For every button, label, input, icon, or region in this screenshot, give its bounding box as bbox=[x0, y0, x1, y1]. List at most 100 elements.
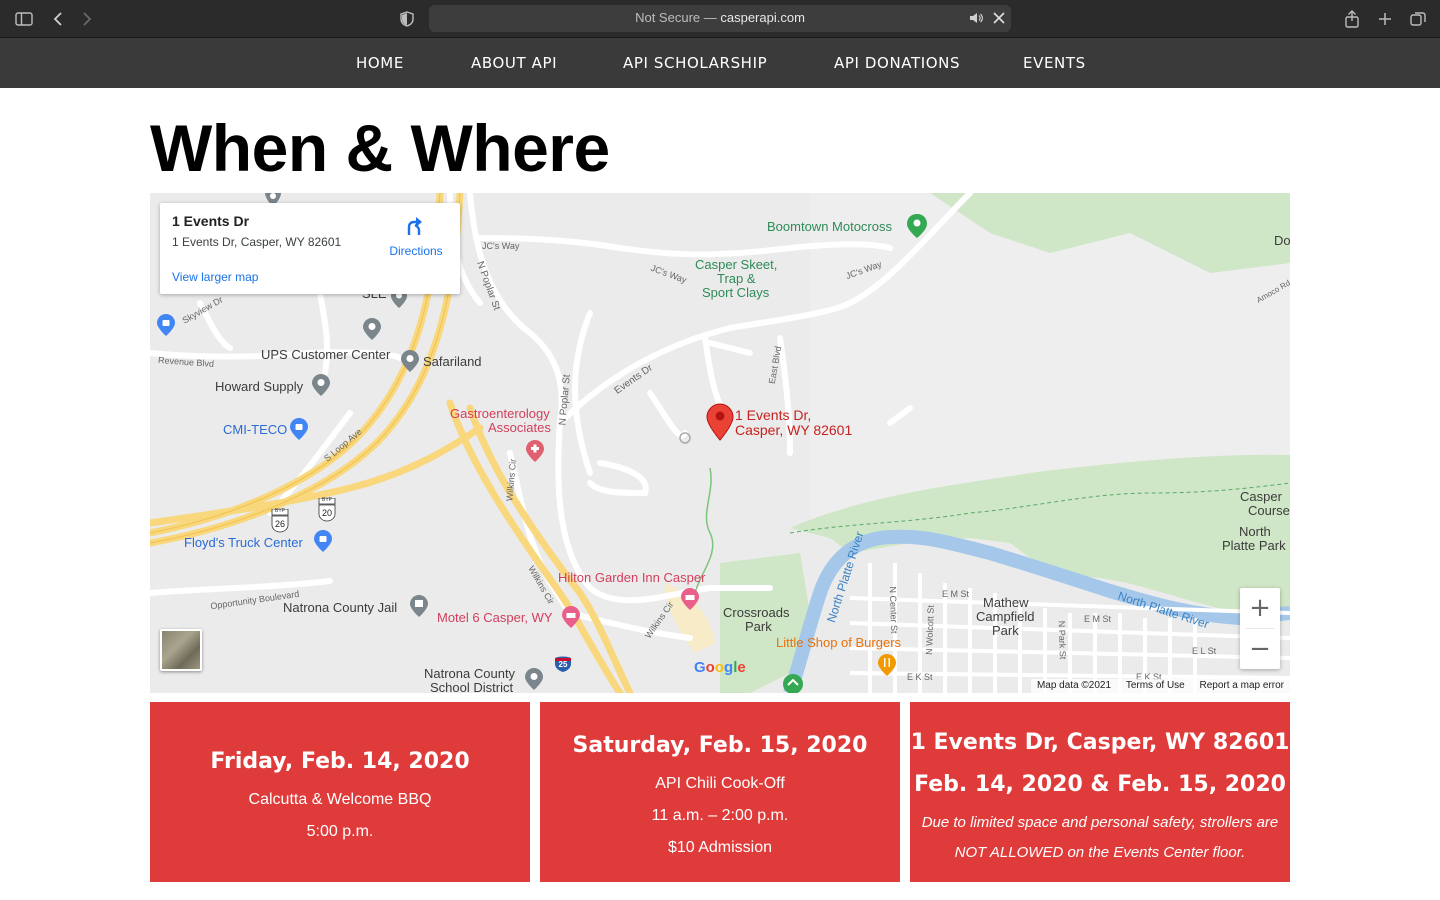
place-floyds-truck-center[interactable]: Floyd's Truck Center bbox=[184, 536, 303, 550]
map-embed[interactable]: JC's Way JC's Way JC's Way N Poplar St N… bbox=[150, 193, 1290, 693]
map-info-card: 1 Events Dr 1 Events Dr, Casper, WY 8260… bbox=[160, 203, 460, 294]
road-n-park: N Park St bbox=[1056, 620, 1068, 660]
place-mathew-2[interactable]: Campfield bbox=[976, 610, 1035, 624]
map-attribution: Map data ©2021 Terms of Use Report a map… bbox=[1030, 679, 1290, 693]
page-title: When & Where bbox=[150, 111, 610, 185]
sidebar-toggle-icon[interactable] bbox=[14, 9, 34, 29]
nav-home[interactable]: HOME bbox=[356, 54, 404, 72]
place-natrona-sd-2[interactable]: School District bbox=[430, 681, 513, 694]
place-cmi-teco[interactable]: CMI-TECO bbox=[223, 423, 287, 437]
site-navigation: HOME ABOUT API API SCHOLARSHIP API DONAT… bbox=[0, 38, 1440, 88]
event-name: API Chili Cook-Off bbox=[655, 775, 785, 792]
place-boomtown-motocross[interactable]: Boomtown Motocross bbox=[767, 220, 892, 234]
place-gastro-2[interactable]: Associates bbox=[488, 421, 551, 435]
location-marker-icon[interactable] bbox=[706, 403, 734, 446]
place-casper-skeet-3[interactable]: Sport Clays bbox=[702, 286, 769, 300]
event-card-friday: Friday, Feb. 14, 2020 Calcutta & Welcome… bbox=[150, 702, 530, 882]
satellite-view-toggle[interactable] bbox=[160, 629, 202, 671]
place-ups-customer-center[interactable]: UPS Customer Center bbox=[261, 348, 390, 362]
road-jcs-way: JC's Way bbox=[482, 241, 520, 251]
school-pin-icon[interactable] bbox=[524, 667, 544, 693]
motel-pin-icon[interactable] bbox=[561, 605, 581, 634]
event-note-line-1: Due to limited space and personal safety… bbox=[921, 814, 1279, 831]
nav-api-donations[interactable]: API DONATIONS bbox=[834, 54, 960, 72]
park-pin-icon[interactable] bbox=[906, 213, 928, 244]
hotel-pin-icon[interactable] bbox=[680, 587, 700, 616]
event-address: 1 Events Dr, Casper, WY 82601 bbox=[910, 730, 1290, 755]
place-casper-course-2[interactable]: Course bbox=[1248, 504, 1290, 518]
event-admission: $10 Admission bbox=[667, 839, 773, 856]
place-pin-icon-2[interactable] bbox=[362, 317, 382, 346]
byp20-text: 20 bbox=[321, 508, 332, 518]
directions-button[interactable]: Directions bbox=[388, 215, 444, 258]
directions-label: Directions bbox=[389, 244, 443, 258]
shopping-pin-icon-2[interactable] bbox=[156, 313, 176, 342]
road-e-m-st-2: E M St bbox=[1084, 614, 1112, 624]
place-casper-skeet-2[interactable]: Trap & bbox=[717, 272, 756, 286]
place-casper-skeet-1[interactable]: Casper Skeet, bbox=[695, 258, 777, 272]
terms-of-use-link[interactable]: Terms of Use bbox=[1126, 680, 1185, 691]
event-date: Saturday, Feb. 15, 2020 bbox=[572, 733, 868, 758]
place-gastro-1[interactable]: Gastroenterology bbox=[450, 407, 550, 421]
nav-events[interactable]: EVENTS bbox=[1023, 54, 1086, 72]
byp-text-2: BYP bbox=[321, 497, 332, 503]
place-casper-course-1[interactable]: Casper bbox=[1240, 490, 1282, 504]
place-crossroads-1[interactable]: Crossroads bbox=[723, 606, 789, 620]
interstate-shield-25: 25 bbox=[554, 655, 572, 673]
nav-about-api[interactable]: ABOUT API bbox=[471, 54, 557, 72]
close-tab-icon[interactable] bbox=[992, 10, 1006, 26]
zoom-in-button[interactable]: + bbox=[1240, 588, 1280, 628]
howard-pin-icon[interactable] bbox=[311, 373, 331, 402]
place-do[interactable]: Do bbox=[1274, 234, 1290, 248]
url-host: casperapi.com bbox=[720, 10, 805, 25]
place-safariland[interactable]: Safariland bbox=[423, 355, 482, 369]
google-logo[interactable]: Google bbox=[694, 659, 746, 676]
info-card-name: 1 Events Dr bbox=[172, 213, 250, 229]
event-time: 5:00 p.m. bbox=[306, 823, 374, 840]
place-north-platte-park-2[interactable]: Platte Park bbox=[1222, 539, 1286, 553]
zoom-out-button[interactable]: − bbox=[1240, 629, 1280, 669]
highway-shield-byp20: BYP 20 bbox=[318, 497, 336, 522]
event-name: Calcutta & Welcome BBQ bbox=[248, 791, 432, 808]
medical-pin-icon[interactable] bbox=[525, 439, 545, 468]
tab-overview-icon[interactable] bbox=[1408, 9, 1428, 29]
audio-icon[interactable] bbox=[968, 10, 984, 26]
road-e-k-st-2: E K St bbox=[907, 672, 933, 682]
place-crossroads-2[interactable]: Park bbox=[745, 620, 772, 634]
location-label-1: 1 Events Dr, bbox=[735, 407, 812, 423]
jail-pin-icon[interactable] bbox=[409, 594, 429, 623]
event-note-line-2: NOT ALLOWED on the Events Center floor. bbox=[954, 844, 1246, 861]
address-bar[interactable]: Not Secure — casperapi.com bbox=[429, 5, 1011, 32]
place-north-platte-park-1[interactable]: North bbox=[1239, 525, 1271, 539]
new-tab-icon[interactable] bbox=[1375, 9, 1395, 29]
url-text: Not Secure — casperapi.com bbox=[429, 10, 1011, 25]
highway-shield-byp26: BYP 26 bbox=[271, 508, 289, 533]
place-mathew-1[interactable]: Mathew bbox=[983, 596, 1029, 610]
forward-icon[interactable] bbox=[77, 9, 97, 29]
share-icon[interactable] bbox=[1342, 9, 1362, 29]
event-dates: Feb. 14, 2020 & Feb. 15, 2020 bbox=[914, 772, 1286, 797]
road-n-center: N Center St bbox=[887, 586, 900, 634]
byp-text: BYP bbox=[274, 508, 285, 514]
privacy-shield-icon[interactable] bbox=[399, 9, 415, 29]
park-pin-icon-2[interactable] bbox=[782, 673, 804, 693]
place-little-shop-of-burgers[interactable]: Little Shop of Burgers bbox=[776, 636, 901, 650]
back-icon[interactable] bbox=[48, 9, 68, 29]
info-card-address: 1 Events Dr, Casper, WY 82601 bbox=[172, 235, 342, 249]
event-card-saturday: Saturday, Feb. 15, 2020 API Chili Cook-O… bbox=[540, 702, 900, 882]
browser-toolbar: Not Secure — casperapi.com bbox=[0, 0, 1440, 38]
place-natrona-sd-1[interactable]: Natrona County bbox=[424, 667, 515, 681]
restaurant-pin-icon[interactable] bbox=[877, 653, 897, 682]
view-larger-map-link[interactable]: View larger map bbox=[172, 270, 258, 284]
nav-api-scholarship[interactable]: API SCHOLARSHIP bbox=[623, 54, 767, 72]
place-motel-6[interactable]: Motel 6 Casper, WY bbox=[437, 611, 553, 625]
place-hilton-garden-inn[interactable]: Hilton Garden Inn Casper bbox=[558, 571, 705, 585]
place-natrona-county-jail[interactable]: Natrona County Jail bbox=[283, 601, 397, 615]
report-map-error-link[interactable]: Report a map error bbox=[1200, 680, 1284, 691]
ups-pin-icon[interactable] bbox=[400, 349, 420, 378]
road-e-l-st: E L St bbox=[1192, 646, 1217, 656]
place-howard-supply[interactable]: Howard Supply bbox=[215, 380, 303, 394]
shopping-pin-icon[interactable] bbox=[289, 417, 309, 446]
place-mathew-3[interactable]: Park bbox=[992, 624, 1019, 638]
floyds-pin-icon[interactable] bbox=[313, 529, 333, 558]
